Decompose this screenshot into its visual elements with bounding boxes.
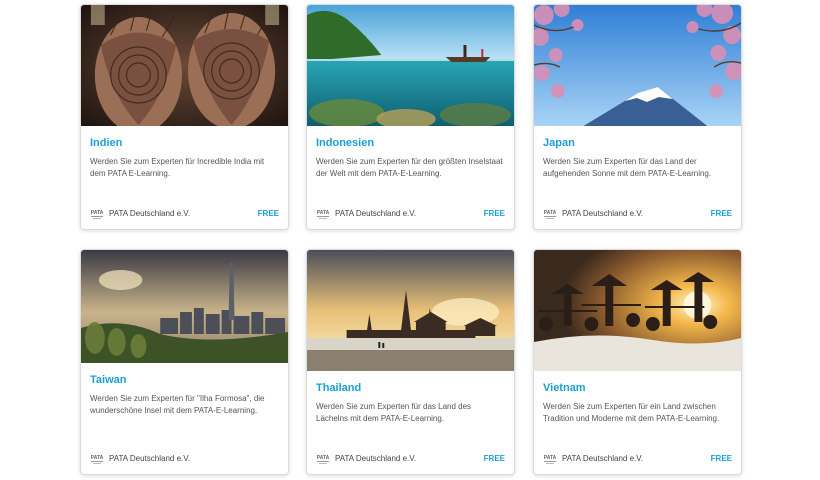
course-title[interactable]: Taiwan xyxy=(90,374,126,386)
pata-logo-icon: PATA xyxy=(90,207,104,220)
course-footer: PATA PATA Deutschland e.V. FREE xyxy=(316,452,505,466)
course-card-thailand[interactable]: Thailand Werden Sie zum Experten für das… xyxy=(306,249,515,475)
course-footer: PATA PATA Deutschland e.V. FREE xyxy=(543,207,732,221)
course-card-taiwan[interactable]: Taiwan Werden Sie zum Experten für "Ilha… xyxy=(80,249,289,475)
course-description: Werden Sie zum Experten für Incredible I… xyxy=(90,157,265,178)
provider-name: PATA Deutschland e.V. xyxy=(335,209,417,218)
taipei-skyline-image xyxy=(81,250,288,363)
pata-logo-icon: PATA xyxy=(316,452,330,465)
underwater-boat-image xyxy=(307,5,514,126)
course-description: Werden Sie zum Experten für ein Land zwi… xyxy=(543,402,720,423)
course-description: Werden Sie zum Experten für das Land des… xyxy=(316,402,472,423)
provider-name: PATA Deutschland e.V. xyxy=(562,454,644,463)
course-title[interactable]: Vietnam xyxy=(543,382,586,394)
course-footer: PATA PATA Deutschland e.V. xyxy=(90,452,279,466)
provider-name: PATA Deutschland e.V. xyxy=(109,209,191,218)
price-badge: FREE xyxy=(257,209,279,218)
svg-text:PATA: PATA xyxy=(317,455,330,461)
pata-logo-icon: PATA xyxy=(90,452,104,465)
pata-logo-icon: PATA xyxy=(543,207,557,220)
course-card-indonesien[interactable]: Indonesien Werden Sie zum Experten für d… xyxy=(306,4,515,230)
course-footer: PATA PATA Deutschland e.V. FREE xyxy=(316,207,505,221)
price-badge: FREE xyxy=(710,454,732,463)
course-card-indien[interactable]: Indien Werden Sie zum Experten für Incre… xyxy=(80,4,289,230)
course-footer: PATA PATA Deutschland e.V. FREE xyxy=(90,207,279,221)
provider-name: PATA Deutschland e.V. xyxy=(109,454,191,463)
course-footer: PATA PATA Deutschland e.V. FREE xyxy=(543,452,732,466)
course-title[interactable]: Indien xyxy=(90,137,122,149)
svg-text:PATA: PATA xyxy=(91,455,104,461)
provider-name: PATA Deutschland e.V. xyxy=(562,209,644,218)
course-description: Werden Sie zum Experten für "Ilha Formos… xyxy=(90,394,265,415)
price-badge: FREE xyxy=(483,209,505,218)
course-title[interactable]: Thailand xyxy=(316,382,361,394)
svg-text:PATA: PATA xyxy=(91,210,104,216)
price-badge: FREE xyxy=(483,454,505,463)
course-title[interactable]: Japan xyxy=(543,137,575,149)
bangkok-temple-image xyxy=(307,250,514,371)
mount-fuji-blossom-image xyxy=(534,5,741,126)
salt-field-workers-image xyxy=(534,250,741,371)
provider-name: PATA Deutschland e.V. xyxy=(335,454,417,463)
course-card-japan[interactable]: Japan Werden Sie zum Experten für das La… xyxy=(533,4,742,230)
course-title[interactable]: Indonesien xyxy=(316,137,374,149)
svg-text:PATA: PATA xyxy=(544,210,557,216)
course-card-vietnam[interactable]: Vietnam Werden Sie zum Experten für ein … xyxy=(533,249,742,475)
henna-hands-image xyxy=(81,5,288,126)
svg-text:PATA: PATA xyxy=(544,455,557,461)
price-badge: FREE xyxy=(710,209,732,218)
svg-text:PATA: PATA xyxy=(317,210,330,216)
pata-logo-icon: PATA xyxy=(543,452,557,465)
course-description: Werden Sie zum Experten für das Land der… xyxy=(543,157,712,178)
course-description: Werden Sie zum Experten für den größten … xyxy=(316,157,503,178)
pata-logo-icon: PATA xyxy=(316,207,330,220)
